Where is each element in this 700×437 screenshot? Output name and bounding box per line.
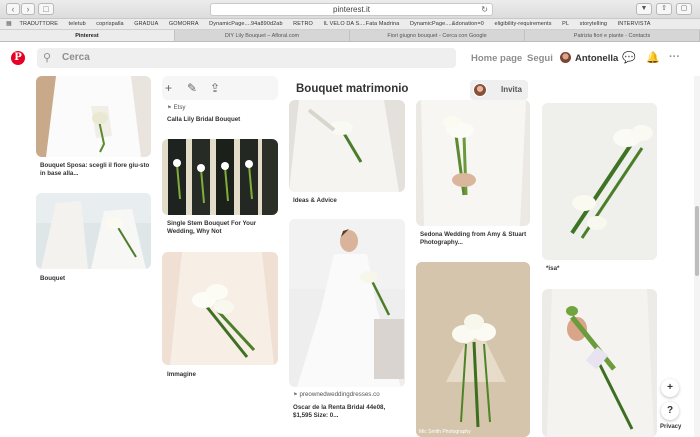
browser-toolbar: ‹ › □ pinterest.it ↻ ▼ ⇧ ▢ xyxy=(0,0,700,19)
scrollbar-thumb[interactable] xyxy=(695,206,699,276)
photo-credit: Mic Smith Photography xyxy=(419,429,471,435)
pin-image-bridesmaids[interactable] xyxy=(162,139,278,215)
search-input[interactable]: ⚲ Cerca xyxy=(37,48,456,68)
pin-image-oscar-dress[interactable] xyxy=(289,219,405,387)
tab-pinterest[interactable]: Pinterest xyxy=(0,30,175,41)
pin-title[interactable]: *isa* xyxy=(546,265,656,273)
bookmark-item[interactable]: storytelling xyxy=(580,19,608,29)
pin-actions-card: + ✎ ⇪ xyxy=(162,76,278,100)
invite-button[interactable]: Invita xyxy=(470,80,528,100)
bookmark-item[interactable]: GOMORRA xyxy=(169,19,199,29)
more-options-icon[interactable]: ··· xyxy=(669,51,680,63)
pin-source-text: preownedweddingdresses.co xyxy=(299,391,380,398)
pin-photo xyxy=(162,252,278,365)
invite-label: Invita xyxy=(501,85,522,94)
user-avatar[interactable] xyxy=(560,52,571,63)
bookmark-item[interactable]: teletub xyxy=(69,19,86,29)
bookmark-item[interactable]: RETRO xyxy=(293,19,313,29)
bookmark-item[interactable]: INTERVISTA xyxy=(618,19,651,29)
pin-image-sedona-bouquet[interactable] xyxy=(416,100,530,226)
user-name-link[interactable]: Antonella xyxy=(575,53,618,64)
follow-link[interactable]: Segui xyxy=(527,53,553,64)
tag-icon: ⚑ xyxy=(167,105,172,111)
tab-afloral[interactable]: DIY Lily Bouquet – Afloral.com xyxy=(175,30,350,41)
pin-title[interactable]: Sedona Wedding from Amy & Stuart Photogr… xyxy=(420,231,530,246)
pin-photo xyxy=(289,219,405,387)
address-bar-url: pinterest.it xyxy=(333,5,370,14)
search-placeholder: Cerca xyxy=(62,52,90,63)
pin-title[interactable]: Single Stem Bouquet For Your Wedding, Wh… xyxy=(167,220,277,235)
pin-source-text: Etsy xyxy=(173,104,186,111)
messages-icon[interactable]: 💬 xyxy=(622,51,636,64)
pin-source[interactable]: ⚑ Etsy xyxy=(167,104,186,112)
pin-photo xyxy=(542,289,657,437)
bookmark-item[interactable]: eligibility-requirements xyxy=(494,19,551,29)
reload-icon[interactable]: ↻ xyxy=(481,4,488,16)
search-icon: ⚲ xyxy=(43,52,52,64)
pin-title[interactable]: Ideas & Advice xyxy=(293,197,403,205)
pin-photo xyxy=(416,262,530,437)
pin-image-calla-lily-bouquet[interactable] xyxy=(162,252,278,365)
tag-icon: ⚑ xyxy=(293,392,298,398)
add-pin-button[interactable]: + xyxy=(661,379,679,397)
site-header: P ⚲ Cerca Home page Segui Antonella 💬 🔔 … xyxy=(0,42,700,76)
bookmark-item[interactable]: coprispalla xyxy=(96,19,123,29)
pin-photo xyxy=(542,103,657,260)
bookmark-item[interactable]: PL xyxy=(562,19,569,29)
pin-photo xyxy=(36,76,151,157)
tabs-overview-icon[interactable]: ▢ xyxy=(676,3,692,15)
bookmark-item[interactable]: DynamicPage....94a890d2ab xyxy=(209,19,282,29)
bookmark-item[interactable]: TRADUTTORE xyxy=(20,19,58,29)
pinterest-logo-icon[interactable]: P xyxy=(11,51,25,65)
pin-image-groom-bride[interactable] xyxy=(36,193,151,269)
bookmark-item[interactable]: DynamicPage....&donation=0 xyxy=(410,19,484,29)
tab-contacts[interactable]: Patrizia fiori e piante - Contacts xyxy=(525,30,700,41)
address-bar[interactable]: pinterest.it ↻ xyxy=(210,3,493,16)
pin-title[interactable]: Bouquet Sposa: scegli il fiore giu-sto i… xyxy=(40,162,155,177)
pin-title[interactable]: Calla Lily Bridal Bouquet xyxy=(167,116,282,124)
bookmarks-bar: ▦ TRADUTTORE teletub coprispalla GRADUA … xyxy=(0,19,700,30)
edit-pencil-icon[interactable]: ✎ xyxy=(187,81,197,95)
pin-title[interactable]: Bouquet xyxy=(40,275,155,283)
board-title: Bouquet matrimonio xyxy=(296,83,409,95)
tab-bar: Pinterest DIY Lily Bouquet – Afloral.com… xyxy=(0,30,700,42)
pin-photo xyxy=(36,193,151,269)
pin-image-bride-dress[interactable] xyxy=(289,100,405,192)
add-icon[interactable]: + xyxy=(165,81,172,95)
pin-source[interactable]: ⚑ preownedweddingdresses.co xyxy=(293,391,380,399)
pin-photo xyxy=(289,100,405,192)
help-button[interactable]: ? xyxy=(661,402,679,420)
privacy-link[interactable]: Privacy xyxy=(660,424,681,430)
tab-google-search[interactable]: Fiori giugno bouquet - Cerca con Google xyxy=(350,30,525,41)
collaborator-avatar xyxy=(473,83,487,97)
pin-title[interactable]: Immagine xyxy=(167,371,277,379)
pin-image-isa-bouquet[interactable] xyxy=(542,103,657,260)
page-scrollbar[interactable] xyxy=(694,76,700,437)
upload-icon[interactable]: ⇪ xyxy=(210,81,220,95)
pin-photo xyxy=(416,100,530,226)
back-button[interactable]: ‹ xyxy=(6,3,20,15)
download-icon[interactable]: ▼ xyxy=(636,3,652,15)
pin-photo xyxy=(162,139,278,215)
pin-image-single-stem[interactable] xyxy=(542,289,657,437)
home-link[interactable]: Home page xyxy=(471,53,522,64)
share-icon[interactable]: ⇧ xyxy=(656,3,672,15)
bookmark-item[interactable]: GRADUA xyxy=(134,19,158,29)
bookmarks-grid-icon[interactable]: ▦ xyxy=(6,19,14,29)
bookmark-item[interactable]: IL VELO DA S....Fata Madrina xyxy=(323,19,399,29)
pin-image-calla-bouquet-lace[interactable]: Mic Smith Photography xyxy=(416,262,530,437)
pin-title[interactable]: Oscar de la Renta Bridal 44e08, $1,595 S… xyxy=(293,404,405,419)
forward-button[interactable]: › xyxy=(21,3,35,15)
notifications-bell-icon[interactable]: 🔔 xyxy=(646,51,660,64)
sidebar-toggle-button[interactable]: □ xyxy=(38,3,54,15)
pin-image-bride-bouquet[interactable] xyxy=(36,76,151,157)
